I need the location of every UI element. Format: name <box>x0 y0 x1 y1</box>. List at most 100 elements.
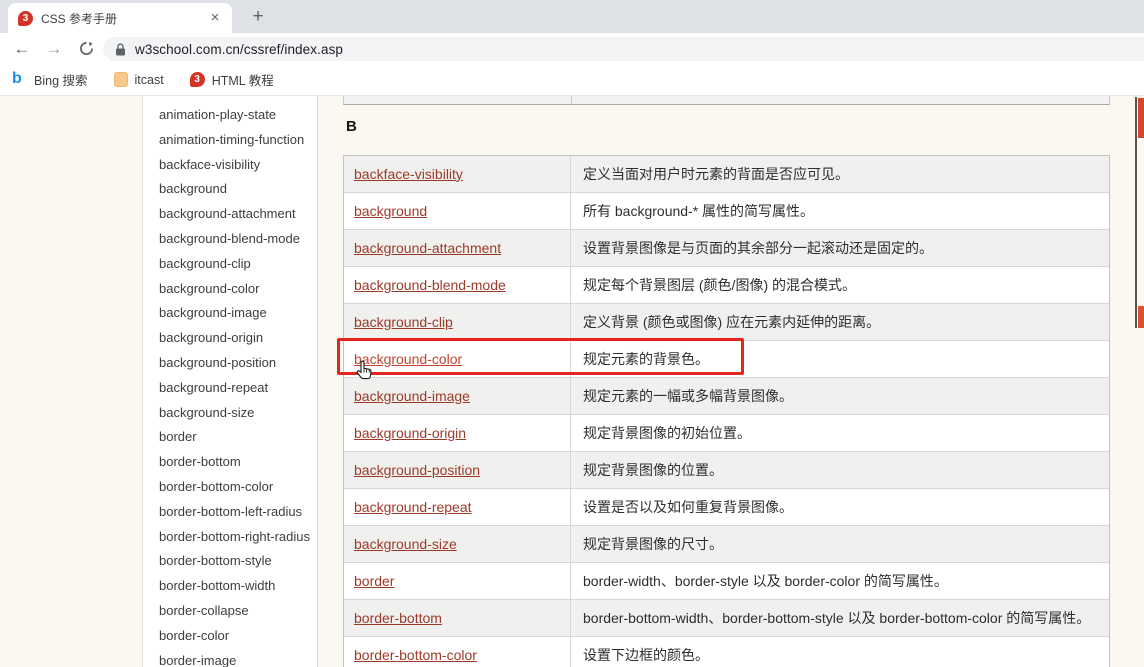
bookmark-itcast[interactable]: itcast <box>113 72 164 87</box>
property-cell: border-bottom-color <box>344 637 571 667</box>
property-cell: background-origin <box>344 415 571 451</box>
description-cell: border-bottom-width、border-bottom-style … <box>583 609 1091 626</box>
browser-window: CSS 参考手册 × + ← → w3school.com.cn/cssref/… <box>0 0 1144 667</box>
property-link[interactable]: border-bottom <box>354 610 442 626</box>
sidebar-item[interactable]: border-image <box>159 649 317 667</box>
sidebar-item[interactable]: animation-play-state <box>159 103 317 128</box>
property-cell: background-attachment <box>344 230 571 266</box>
w3school-icon <box>189 72 205 87</box>
property-cell: background <box>344 193 571 229</box>
property-link[interactable]: background-image <box>354 388 470 404</box>
property-cell: background-position <box>344 452 571 488</box>
sidebar-item[interactable]: background-repeat <box>159 376 317 401</box>
sidebar-item[interactable]: backface-visibility <box>159 153 317 178</box>
description-cell: 规定背景图像的初始位置。 <box>583 424 751 441</box>
sidebar-item[interactable]: border-bottom-width <box>159 574 317 599</box>
sidebar-item[interactable]: background-size <box>159 401 317 426</box>
reload-icon[interactable] <box>74 37 98 61</box>
table-row: background-clip 定义背景 (颜色或图像) 应在元素内延伸的距离。 <box>344 303 1109 340</box>
sidebar-item[interactable]: animation-timing-function <box>159 128 317 153</box>
sidebar-item[interactable]: background-image <box>159 301 317 326</box>
w3school-favicon-icon <box>18 10 33 26</box>
url-text: w3school.com.cn/cssref/index.asp <box>135 41 344 57</box>
description-cell: 规定背景图像的尺寸。 <box>583 535 723 552</box>
address-bar[interactable]: w3school.com.cn/cssref/index.asp <box>103 37 1144 61</box>
sidebar-item[interactable]: background <box>159 177 317 202</box>
sidebar-item[interactable]: border-color <box>159 624 317 649</box>
right-edge-line <box>1135 97 1137 328</box>
sidebar-item[interactable]: background-clip <box>159 252 317 277</box>
property-link[interactable]: background <box>354 203 427 219</box>
back-icon[interactable]: ← <box>10 37 34 61</box>
property-cell: background-clip <box>344 304 571 340</box>
table-row: background-origin 规定背景图像的初始位置。 <box>344 414 1109 451</box>
previous-table-partial-row <box>343 96 1110 105</box>
description-cell: 定义当面对用户时元素的背面是否应可见。 <box>583 165 849 182</box>
bookmarks-bar: b Bing 搜索 itcast HTML 教程 <box>0 64 1144 96</box>
mouse-hand-cursor <box>356 360 372 380</box>
table-row: backface-visibility 定义当面对用户时元素的背面是否应可见。 <box>344 156 1109 192</box>
property-link[interactable]: background-size <box>354 536 457 552</box>
description-cell: 设置是否以及如何重复背景图像。 <box>583 498 793 515</box>
property-link[interactable]: background-blend-mode <box>354 277 506 293</box>
bookmark-html-tutorial[interactable]: HTML 教程 <box>189 70 274 89</box>
bookmark-label: itcast <box>134 72 164 87</box>
tab-title: CSS 参考手册 <box>41 11 118 26</box>
property-cell: background-blend-mode <box>344 267 571 303</box>
property-cell: border-bottom <box>344 600 571 636</box>
property-link[interactable]: backface-visibility <box>354 166 463 182</box>
property-link[interactable]: border-bottom-color <box>354 647 477 663</box>
tab-close-icon[interactable]: × <box>206 9 224 27</box>
property-cell: backface-visibility <box>344 156 571 192</box>
table-row: border border-width、border-style 以及 borde… <box>344 562 1109 599</box>
sidebar-item[interactable]: border-collapse <box>159 599 317 624</box>
bookmark-bing[interactable]: b Bing 搜索 <box>12 70 88 89</box>
sidebar-item[interactable]: background-position <box>159 351 317 376</box>
property-link[interactable]: border <box>354 573 394 589</box>
sidebar-item[interactable]: border <box>159 425 317 450</box>
property-link[interactable]: background-repeat <box>354 499 472 515</box>
ref-table: backface-visibility 定义当面对用户时元素的背面是否应可见。 ba… <box>337 155 1110 667</box>
sidebar-item[interactable]: background-origin <box>159 326 317 351</box>
bookmark-label: Bing 搜索 <box>34 74 88 88</box>
property-link[interactable]: background-position <box>354 462 480 478</box>
property-cell: background-image <box>344 378 571 414</box>
description-cell: 定义背景 (颜色或图像) 应在元素内延伸的距离。 <box>583 313 881 330</box>
table-row: background-color 规定元素的背景色。 <box>337 338 1109 377</box>
table-row: background-position 规定背景图像的位置。 <box>344 451 1109 488</box>
forward-icon[interactable]: → <box>42 37 66 61</box>
browser-toolbar: ← → w3school.com.cn/cssref/index.asp <box>0 33 1144 64</box>
sidebar-item[interactable]: border-bottom-color <box>159 475 317 500</box>
tab-css-reference[interactable]: CSS 参考手册 × <box>8 3 232 33</box>
sidebar-item[interactable]: border-bottom-left-radius <box>159 500 317 525</box>
description-cell: border-width、border-style 以及 border-colo… <box>583 572 948 589</box>
table-row: background-size 规定背景图像的尺寸。 <box>344 525 1109 562</box>
table-row: border-bottom border-bottom-width、border-… <box>344 599 1109 636</box>
sidebar-item[interactable]: background-blend-mode <box>159 227 317 252</box>
description-cell: 设置下边框的颜色。 <box>583 646 709 663</box>
sidebar-item[interactable]: background-attachment <box>159 202 317 227</box>
description-cell: 规定背景图像的位置。 <box>583 461 723 478</box>
new-tab-button[interactable]: + <box>244 4 272 32</box>
lock-icon[interactable] <box>115 42 126 56</box>
property-link[interactable]: background-origin <box>354 425 466 441</box>
bing-icon: b <box>12 70 22 87</box>
property-cell: background-repeat <box>344 489 571 525</box>
table-row: border-bottom-color 设置下边框的颜色。 <box>344 636 1109 667</box>
sidebar-item[interactable]: background-color <box>159 277 317 302</box>
description-cell: 设置背景图像是与页面的其余部分一起滚动还是固定的。 <box>583 239 933 256</box>
sidebar-item[interactable]: border-bottom-style <box>159 549 317 574</box>
sidebar-item[interactable]: border-bottom <box>159 450 317 475</box>
property-link[interactable]: background-clip <box>354 314 453 330</box>
description-cell: 所有 background-* 属性的简写属性。 <box>583 202 815 219</box>
sidebar-item[interactable]: border-bottom-right-radius <box>159 525 317 550</box>
description-cell: 规定每个背景图层 (颜色/图像) 的混合模式。 <box>583 276 856 293</box>
right-edge-red-mark <box>1138 306 1144 328</box>
property-cell: background-size <box>344 526 571 562</box>
table-row: background-image 规定元素的一幅或多幅背景图像。 <box>344 377 1109 414</box>
right-edge-red-mark <box>1138 98 1144 138</box>
column-divider <box>571 96 572 104</box>
tab-strip: CSS 参考手册 × + <box>0 0 1144 33</box>
property-link[interactable]: background-attachment <box>354 240 501 256</box>
page-content: animation-play-state animation-timing-fun… <box>0 96 1144 667</box>
